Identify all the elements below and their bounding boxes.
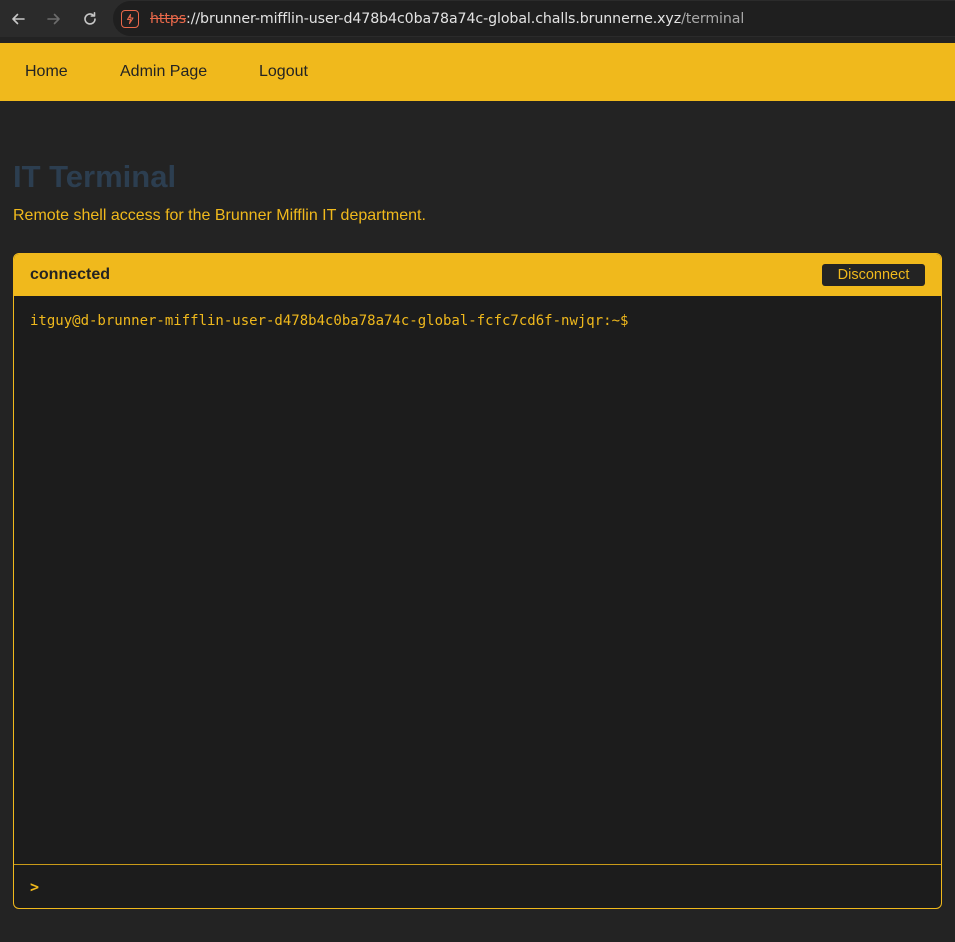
forward-button[interactable] [36, 0, 72, 37]
terminal-header: connected Disconnect [14, 254, 941, 296]
nav-link-admin[interactable]: Admin Page [120, 63, 207, 81]
terminal-panel: connected Disconnect itguy@d-brunner-mif… [13, 253, 942, 909]
nav-link-logout[interactable]: Logout [259, 63, 308, 81]
address-bar[interactable]: https://brunner-mifflin-user-d478b4c0ba7… [113, 1, 955, 36]
connection-status: connected [30, 266, 111, 283]
page-subtitle: Remote shell access for the Brunner Miff… [13, 207, 426, 224]
url-host: ://brunner-mifflin-user-d478b4c0ba78a74c… [186, 10, 682, 27]
url-scheme: https [150, 10, 187, 27]
page-title: IT Terminal [13, 159, 177, 194]
arrow-right-icon [47, 13, 60, 24]
nav-link-home[interactable]: Home [25, 63, 68, 81]
browser-toolbar: https://brunner-mifflin-user-d478b4c0ba7… [0, 0, 955, 37]
url-path: /terminal [681, 10, 745, 27]
top-navigation: Home Admin Page Logout [0, 43, 955, 101]
back-button[interactable] [0, 0, 36, 37]
disconnect-button[interactable]: Disconnect [822, 264, 925, 286]
reload-icon [84, 11, 96, 25]
arrow-left-icon [12, 13, 25, 24]
url-text: https://brunner-mifflin-user-d478b4c0ba7… [150, 11, 744, 27]
command-input[interactable] [47, 871, 941, 902]
reload-button[interactable] [72, 0, 108, 37]
insecure-site-icon[interactable] [121, 9, 139, 28]
prompt-symbol: > [30, 877, 40, 896]
terminal-input-row: > [14, 865, 941, 908]
terminal-output: itguy@d-brunner-mifflin-user-d478b4c0ba7… [14, 296, 941, 865]
